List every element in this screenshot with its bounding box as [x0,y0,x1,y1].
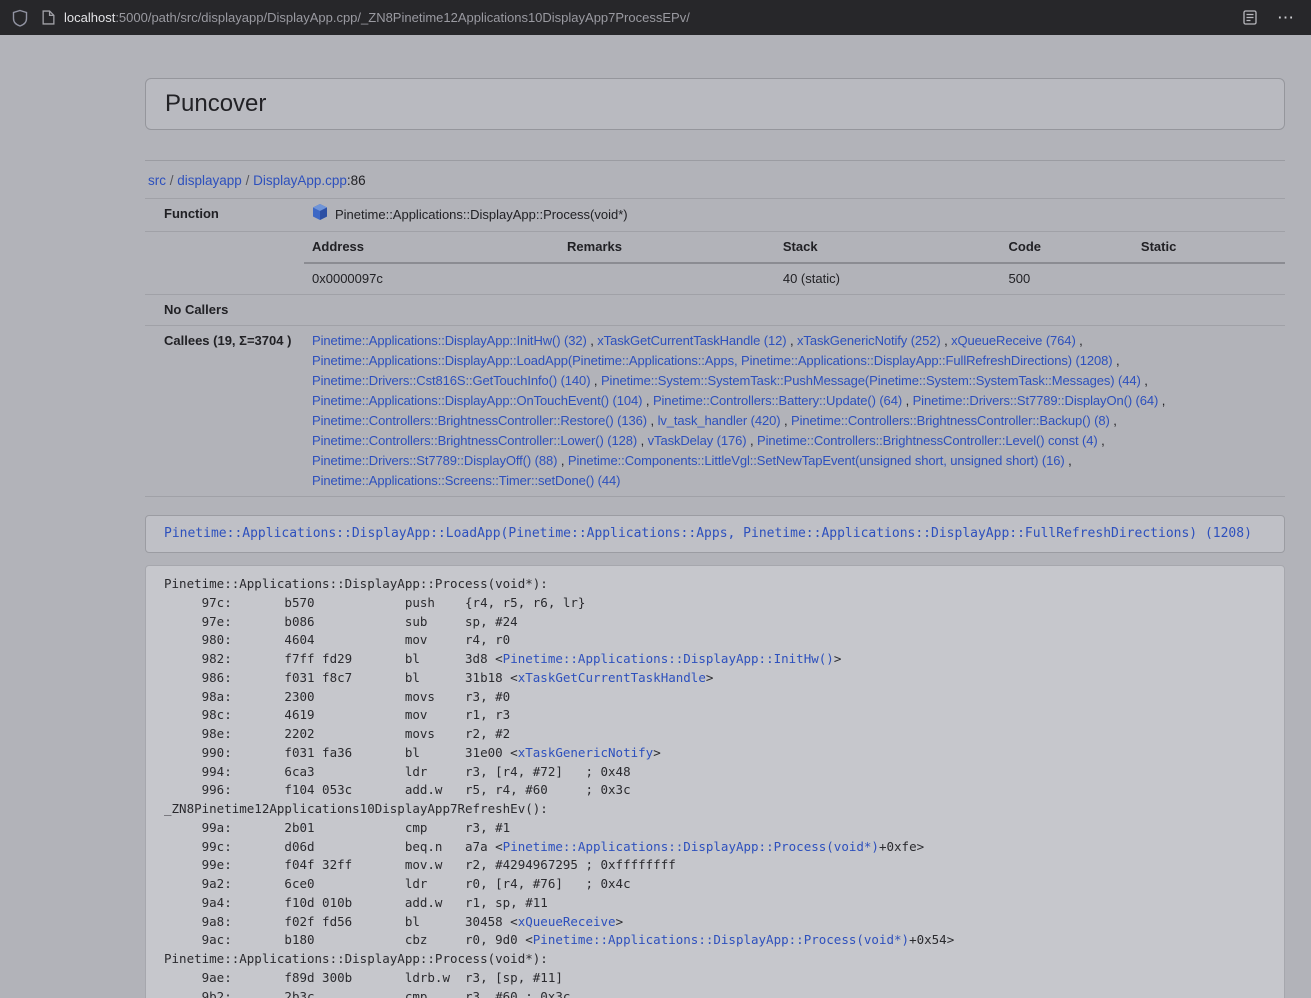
static-value [1133,263,1285,294]
callee-link[interactable]: Pinetime::Applications::DisplayApp::Init… [312,333,587,348]
toolbar-right: ⋯ [1243,9,1299,26]
details-row: Address Remarks Stack Code Static 0x0000… [145,232,1285,295]
callee-link[interactable]: Pinetime::Applications::DisplayApp::Load… [312,353,1112,368]
code-header: Code [1000,232,1132,263]
remarks-value [559,263,775,294]
page-title: Puncover [165,90,266,118]
details-row-spacer [145,232,304,295]
function-label: Function [145,199,304,232]
callee-link[interactable]: xTaskGetCurrentTaskHandle (12) [597,333,786,348]
stack-header: Stack [775,232,1001,263]
callee-link[interactable]: Pinetime::Components::LittleVgl::SetNewT… [568,453,1065,468]
callee-link[interactable]: Pinetime::Applications::Screens::Timer::… [312,473,620,488]
symbol-type-icon [312,204,328,226]
function-table: Function Pinetime::Applications::Display… [145,198,1285,497]
callee-link[interactable]: xQueueReceive (764) [951,333,1076,348]
breadcrumb-link[interactable]: DisplayApp.cpp [253,173,347,188]
no-callers-label: No Callers [145,295,304,326]
function-name: Pinetime::Applications::DisplayApp::Proc… [335,205,628,225]
breadcrumb-separator: / [166,173,177,188]
menu-ellipsis-icon[interactable]: ⋯ [1277,9,1295,26]
no-callers-row: No Callers [145,295,1285,326]
reader-mode-icon[interactable] [1243,10,1257,25]
breadcrumb-separator: / [242,173,253,188]
breadcrumb: src / displayapp / DisplayApp.cpp:86 [145,173,1285,188]
address-header: Address [304,232,559,263]
details-header-row: Address Remarks Stack Code Static [304,232,1285,263]
callee-link[interactable]: Pinetime::Drivers::Cst816S::GetTouchInfo… [312,373,590,388]
address-value: 0x0000097c [304,263,559,294]
url-host: localhost [64,10,115,25]
breadcrumb-link[interactable]: displayapp [177,173,242,188]
callee-link[interactable]: Pinetime::Drivers::St7789::DisplayOn() (… [913,393,1159,408]
callee-link[interactable]: Pinetime::System::SystemTask::PushMessag… [601,373,1141,388]
code-symbol-link[interactable]: xQueueReceive [518,914,616,929]
breadcrumb-link[interactable]: src [148,173,166,188]
callee-link[interactable]: Pinetime::Controllers::BrightnessControl… [312,413,647,428]
function-details-table: Address Remarks Stack Code Static 0x0000… [304,232,1285,294]
callee-link[interactable]: Pinetime::Controllers::BrightnessControl… [312,433,637,448]
page-header: Puncover [145,78,1285,130]
callee-link[interactable]: lv_task_handler (420) [658,413,781,428]
url-path: :5000/path/src/displayapp/DisplayApp.cpp… [115,10,690,25]
stack-value: 40 (static) [775,263,1001,294]
callee-link[interactable]: Pinetime::Controllers::BrightnessControl… [757,433,1098,448]
callee-link[interactable]: Pinetime::Controllers::BrightnessControl… [791,413,1110,428]
disassembly-block: Pinetime::Applications::DisplayApp::Proc… [145,565,1285,998]
callee-link[interactable]: Pinetime::Applications::DisplayApp::OnTo… [312,393,642,408]
code-symbol-link[interactable]: xTaskGetCurrentTaskHandle [518,670,706,685]
divider [145,160,1285,161]
callee-link[interactable]: Pinetime::Controllers::Battery::Update()… [653,393,902,408]
static-header: Static [1133,232,1285,263]
callee-link[interactable]: Pinetime::Drivers::St7789::DisplayOff() … [312,453,557,468]
callees-row: Callees (19, Σ=3704 ) Pinetime::Applicat… [145,326,1285,497]
page-container: Puncover src / displayapp / DisplayApp.c… [130,78,1300,998]
code-size-value: 500 [1000,263,1132,294]
page-icon [42,10,55,25]
code-symbol-link[interactable]: Pinetime::Applications::DisplayApp::Init… [503,651,834,666]
browser-toolbar: localhost:5000/path/src/displayapp/Displ… [0,0,1311,35]
code-symbol-link[interactable]: Pinetime::Applications::DisplayApp::Proc… [533,932,909,947]
callee-link[interactable]: xTaskGenericNotify (252) [797,333,941,348]
callee-link[interactable]: vTaskDelay (176) [648,433,747,448]
callees-list: Pinetime::Applications::DisplayApp::Init… [304,326,1285,497]
function-row: Function Pinetime::Applications::Display… [145,199,1285,232]
remarks-header: Remarks [559,232,775,263]
code-symbol-link[interactable]: xTaskGenericNotify [518,745,653,760]
url-bar[interactable]: localhost:5000/path/src/displayapp/Displ… [42,10,1229,25]
url-text: localhost:5000/path/src/displayapp/Displ… [64,10,690,25]
code-symbol-link[interactable]: Pinetime::Applications::DisplayApp::Proc… [503,839,879,854]
symbol-panel: Pinetime::Applications::DisplayApp::Load… [145,515,1285,553]
breadcrumb-line-number: :86 [347,173,366,188]
callees-label: Callees (19, Σ=3704 ) [145,326,304,497]
shield-icon[interactable] [12,9,28,27]
symbol-link[interactable]: Pinetime::Applications::DisplayApp::Load… [164,526,1252,541]
details-value-row: 0x0000097c 40 (static) 500 [304,263,1285,294]
